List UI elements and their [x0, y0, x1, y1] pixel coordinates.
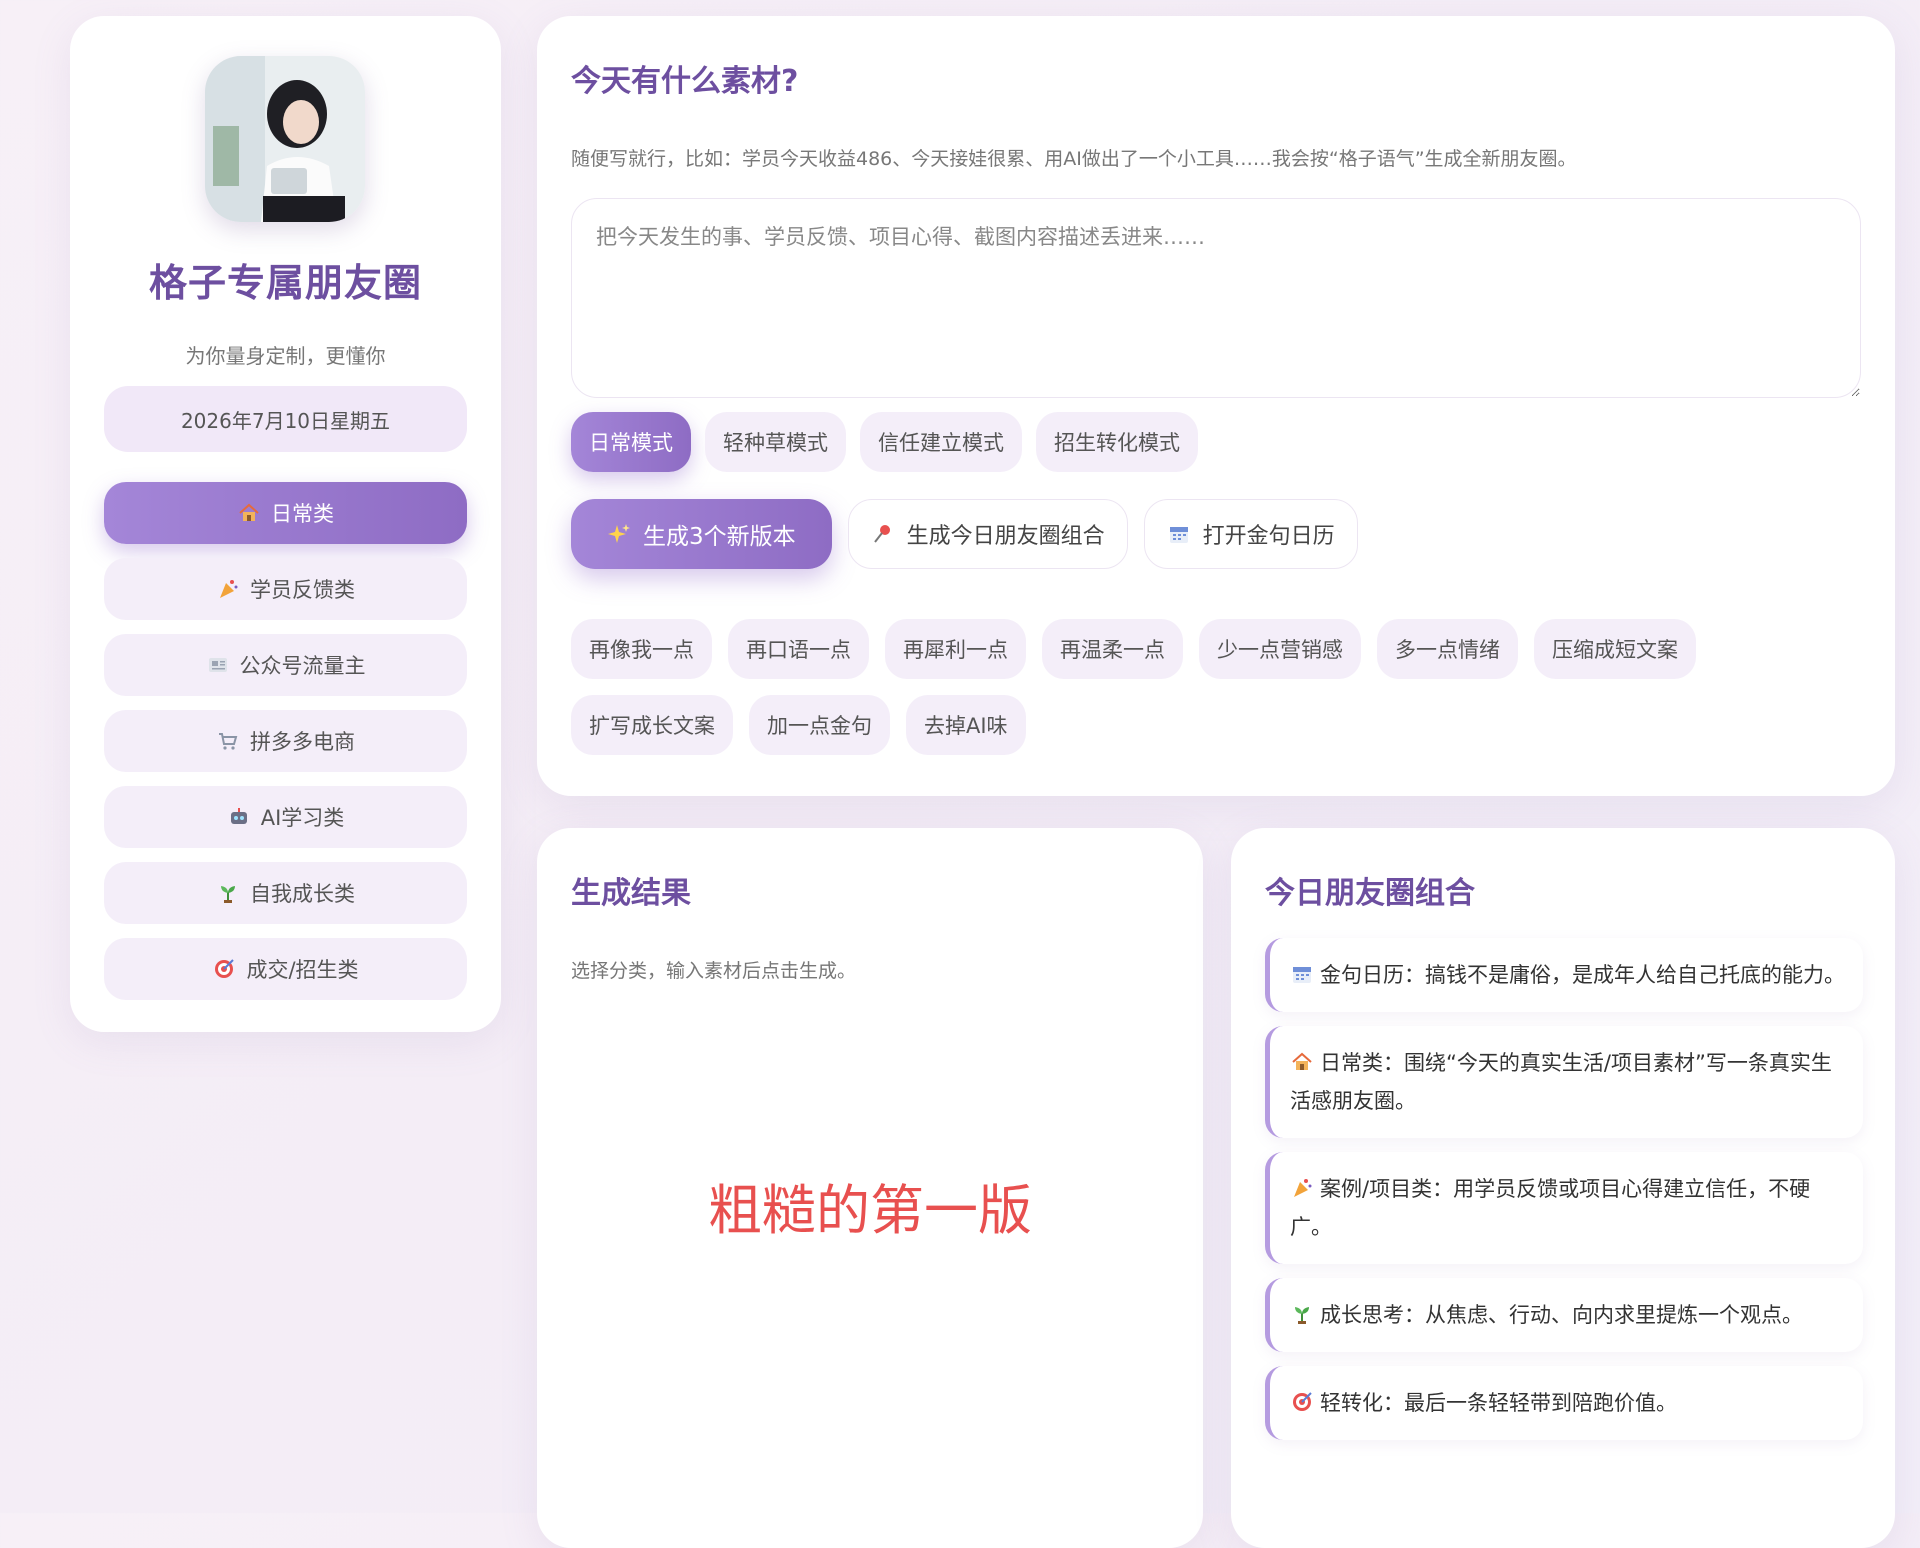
- house-icon: [237, 501, 261, 525]
- material-hint: 随便写就行，比如：学员今天收益486、今天接娃很累、用AI做出了一个小工具……我…: [571, 148, 1577, 170]
- combo-item-text: 案例/项目类：用学员反馈或项目心得建立信任，不硬广。: [1290, 1177, 1811, 1239]
- target-icon: [1290, 1390, 1314, 1414]
- open-quote-calendar-label: 打开金句日历: [1202, 524, 1335, 549]
- combo-list: 金句日历：搞钱不是庸俗，是成年人给自己托底的能力。 日常类：围绕“今天的真实生活…: [1265, 938, 1863, 1454]
- calendar-icon: [1167, 522, 1191, 546]
- tweak-chip[interactable]: 扩写成长文案: [571, 695, 733, 755]
- result-panel: 生成结果 选择分类，输入素材后点击生成。 粗糙的第一版: [537, 828, 1203, 1548]
- tweak-chip[interactable]: 再温柔一点: [1042, 619, 1183, 679]
- generate-combo-label: 生成今日朋友圈组合: [906, 524, 1105, 549]
- mode-button-enrollment-conversion[interactable]: 招生转化模式: [1036, 412, 1198, 472]
- tweak-chip[interactable]: 再口语一点: [728, 619, 869, 679]
- combo-item-text: 金句日历：搞钱不是庸俗，是成年人给自己托底的能力。: [1320, 963, 1845, 987]
- tweak-chip[interactable]: 多一点情绪: [1377, 619, 1518, 679]
- app-title: 格子专属朋友圈: [148, 261, 422, 305]
- sidebar: 格子专属朋友圈 为你量身定制，更懂你 2026年7月10日星期五 日常类 学员反…: [70, 16, 501, 1032]
- category-list: 日常类 学员反馈类 公众号流量主 拼多多电商 AI学习类 自我成长类 成交/招生…: [104, 482, 467, 1014]
- sparkles-icon: [607, 522, 631, 546]
- combo-item: 轻转化：最后一条轻轻带到陪跑价值。: [1265, 1366, 1863, 1440]
- tweak-options: 再像我一点 再口语一点 再犀利一点 再温柔一点 少一点营销感 多一点情绪 压缩成…: [571, 619, 1811, 755]
- combo-item-text: 日常类：围绕“今天的真实生活/项目素材”写一条真实生活感朋友圈。: [1290, 1051, 1832, 1113]
- app-subtitle: 为你量身定制，更懂你: [185, 344, 386, 368]
- result-panel-title: 生成结果: [571, 876, 691, 911]
- category-label: AI学习类: [260, 806, 345, 830]
- category-label: 公众号流量主: [239, 654, 366, 678]
- category-label: 日常类: [271, 502, 334, 526]
- category-label: 拼多多电商: [250, 730, 355, 754]
- material-panel-title: 今天有什么素材?: [571, 64, 799, 99]
- mode-selector: 日常模式 轻种草模式 信任建立模式 招生转化模式: [571, 412, 1198, 472]
- tweak-chip[interactable]: 压缩成短文案: [1534, 619, 1696, 679]
- category-item-ai-learning[interactable]: AI学习类: [104, 786, 467, 848]
- result-hint: 选择分类，输入素材后点击生成。: [571, 960, 857, 982]
- tweak-chip[interactable]: 去掉AI味: [906, 695, 1026, 755]
- calendar-icon: [1290, 962, 1314, 986]
- house-icon: [1290, 1050, 1314, 1074]
- combo-item-text: 轻转化：最后一条轻轻带到陪跑价值。: [1320, 1391, 1677, 1415]
- party-popper-icon: [216, 577, 240, 601]
- combo-item: 日常类：围绕“今天的真实生活/项目素材”写一条真实生活感朋友圈。: [1265, 1026, 1863, 1138]
- combo-panel: 今日朋友圈组合 金句日历：搞钱不是庸俗，是成年人给自己托底的能力。 日常类：围绕…: [1231, 828, 1895, 1548]
- combo-item: 案例/项目类：用学员反馈或项目心得建立信任，不硬广。: [1265, 1152, 1863, 1264]
- category-item-deal-enrollment[interactable]: 成交/招生类: [104, 938, 467, 1000]
- combo-item-text: 成长思考：从焦虑、行动、向内求里提炼一个观点。: [1320, 1303, 1803, 1327]
- generate-combo-button[interactable]: 生成今日朋友圈组合: [847, 499, 1128, 569]
- avatar: [205, 56, 365, 222]
- tweak-chip[interactable]: 少一点营销感: [1199, 619, 1361, 679]
- combo-panel-title: 今日朋友圈组合: [1265, 876, 1475, 911]
- seedling-icon: [216, 881, 240, 905]
- robot-icon: [227, 805, 251, 829]
- material-panel: 今天有什么素材? 随便写就行，比如：学员今天收益486、今天接娃很累、用AI做出…: [537, 16, 1895, 796]
- newspaper-icon: [206, 653, 230, 677]
- tweak-chip[interactable]: 加一点金句: [749, 695, 890, 755]
- combo-item: 成长思考：从焦虑、行动、向内求里提炼一个观点。: [1265, 1278, 1863, 1352]
- category-item-student-feedback[interactable]: 学员反馈类: [104, 558, 467, 620]
- mode-button-light-seeding[interactable]: 轻种草模式: [705, 412, 846, 472]
- date-display: 2026年7月10日星期五: [104, 386, 467, 452]
- tweak-chip[interactable]: 再犀利一点: [885, 619, 1026, 679]
- combo-item: 金句日历：搞钱不是庸俗，是成年人给自己托底的能力。: [1265, 938, 1863, 1012]
- category-item-wechat-traffic[interactable]: 公众号流量主: [104, 634, 467, 696]
- generate-versions-label: 生成3个新版本: [643, 524, 796, 550]
- open-quote-calendar-button[interactable]: 打开金句日历: [1143, 499, 1358, 569]
- party-popper-icon: [1290, 1176, 1314, 1200]
- category-item-pdd-ecommerce[interactable]: 拼多多电商: [104, 710, 467, 772]
- category-label: 自我成长类: [250, 882, 355, 906]
- category-item-daily[interactable]: 日常类: [104, 482, 467, 544]
- category-label: 成交/招生类: [246, 958, 359, 982]
- seedling-icon: [1290, 1302, 1314, 1326]
- draft-annotation: 粗糙的第一版: [708, 1179, 1032, 1242]
- generate-versions-button[interactable]: 生成3个新版本: [571, 499, 832, 569]
- category-item-self-growth[interactable]: 自我成长类: [104, 862, 467, 924]
- tweak-chip[interactable]: 再像我一点: [571, 619, 712, 679]
- mode-button-daily[interactable]: 日常模式: [571, 412, 691, 472]
- category-label: 学员反馈类: [250, 578, 355, 602]
- target-icon: [212, 957, 236, 981]
- mode-button-trust-building[interactable]: 信任建立模式: [860, 412, 1022, 472]
- material-input[interactable]: [571, 198, 1861, 398]
- pushpin-icon: [871, 522, 895, 546]
- shopping-cart-icon: [216, 729, 240, 753]
- action-bar: 生成3个新版本 生成今日朋友圈组合 打开金句日历: [571, 499, 1358, 569]
